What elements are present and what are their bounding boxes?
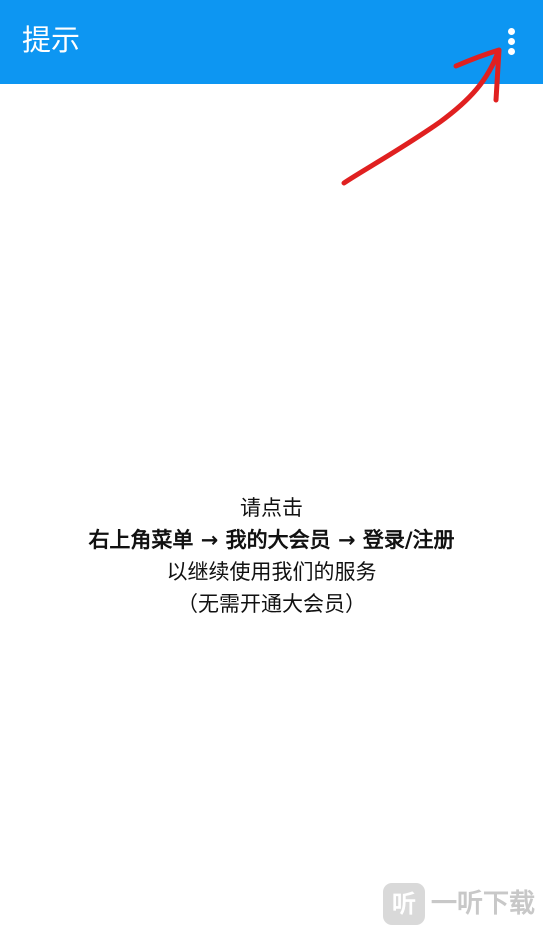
menu-dot (508, 28, 515, 35)
menu-dot (508, 48, 515, 55)
hint-line-continue: 以继续使用我们的服务 (166, 560, 377, 584)
hint-line-intro: 请点击 (240, 496, 303, 520)
watermark-logo: 听 一听下载 (383, 883, 543, 925)
toolbar-title: 提示 (22, 23, 81, 57)
watermark-text: 一听下载 (431, 889, 536, 919)
hint-line-note: （无需开通大会员） (177, 592, 366, 616)
app-screen: 提示 请点击 右上角菜单 → 我的大会员 → 登录/注册 以继续使用我们的服务 … (0, 0, 543, 926)
hint-line-steps: 右上角菜单 → 我的大会员 → 登录/注册 (88, 528, 455, 552)
menu-dot (508, 38, 515, 45)
watermark-badge-icon: 听 (383, 883, 425, 925)
app-toolbar: 提示 (0, 0, 543, 84)
hint-arrow (341, 47, 502, 186)
login-hint-message: 请点击 右上角菜单 → 我的大会员 → 登录/注册 以继续使用我们的服务 （无需… (0, 492, 543, 620)
more-vert-icon[interactable] (496, 22, 528, 62)
